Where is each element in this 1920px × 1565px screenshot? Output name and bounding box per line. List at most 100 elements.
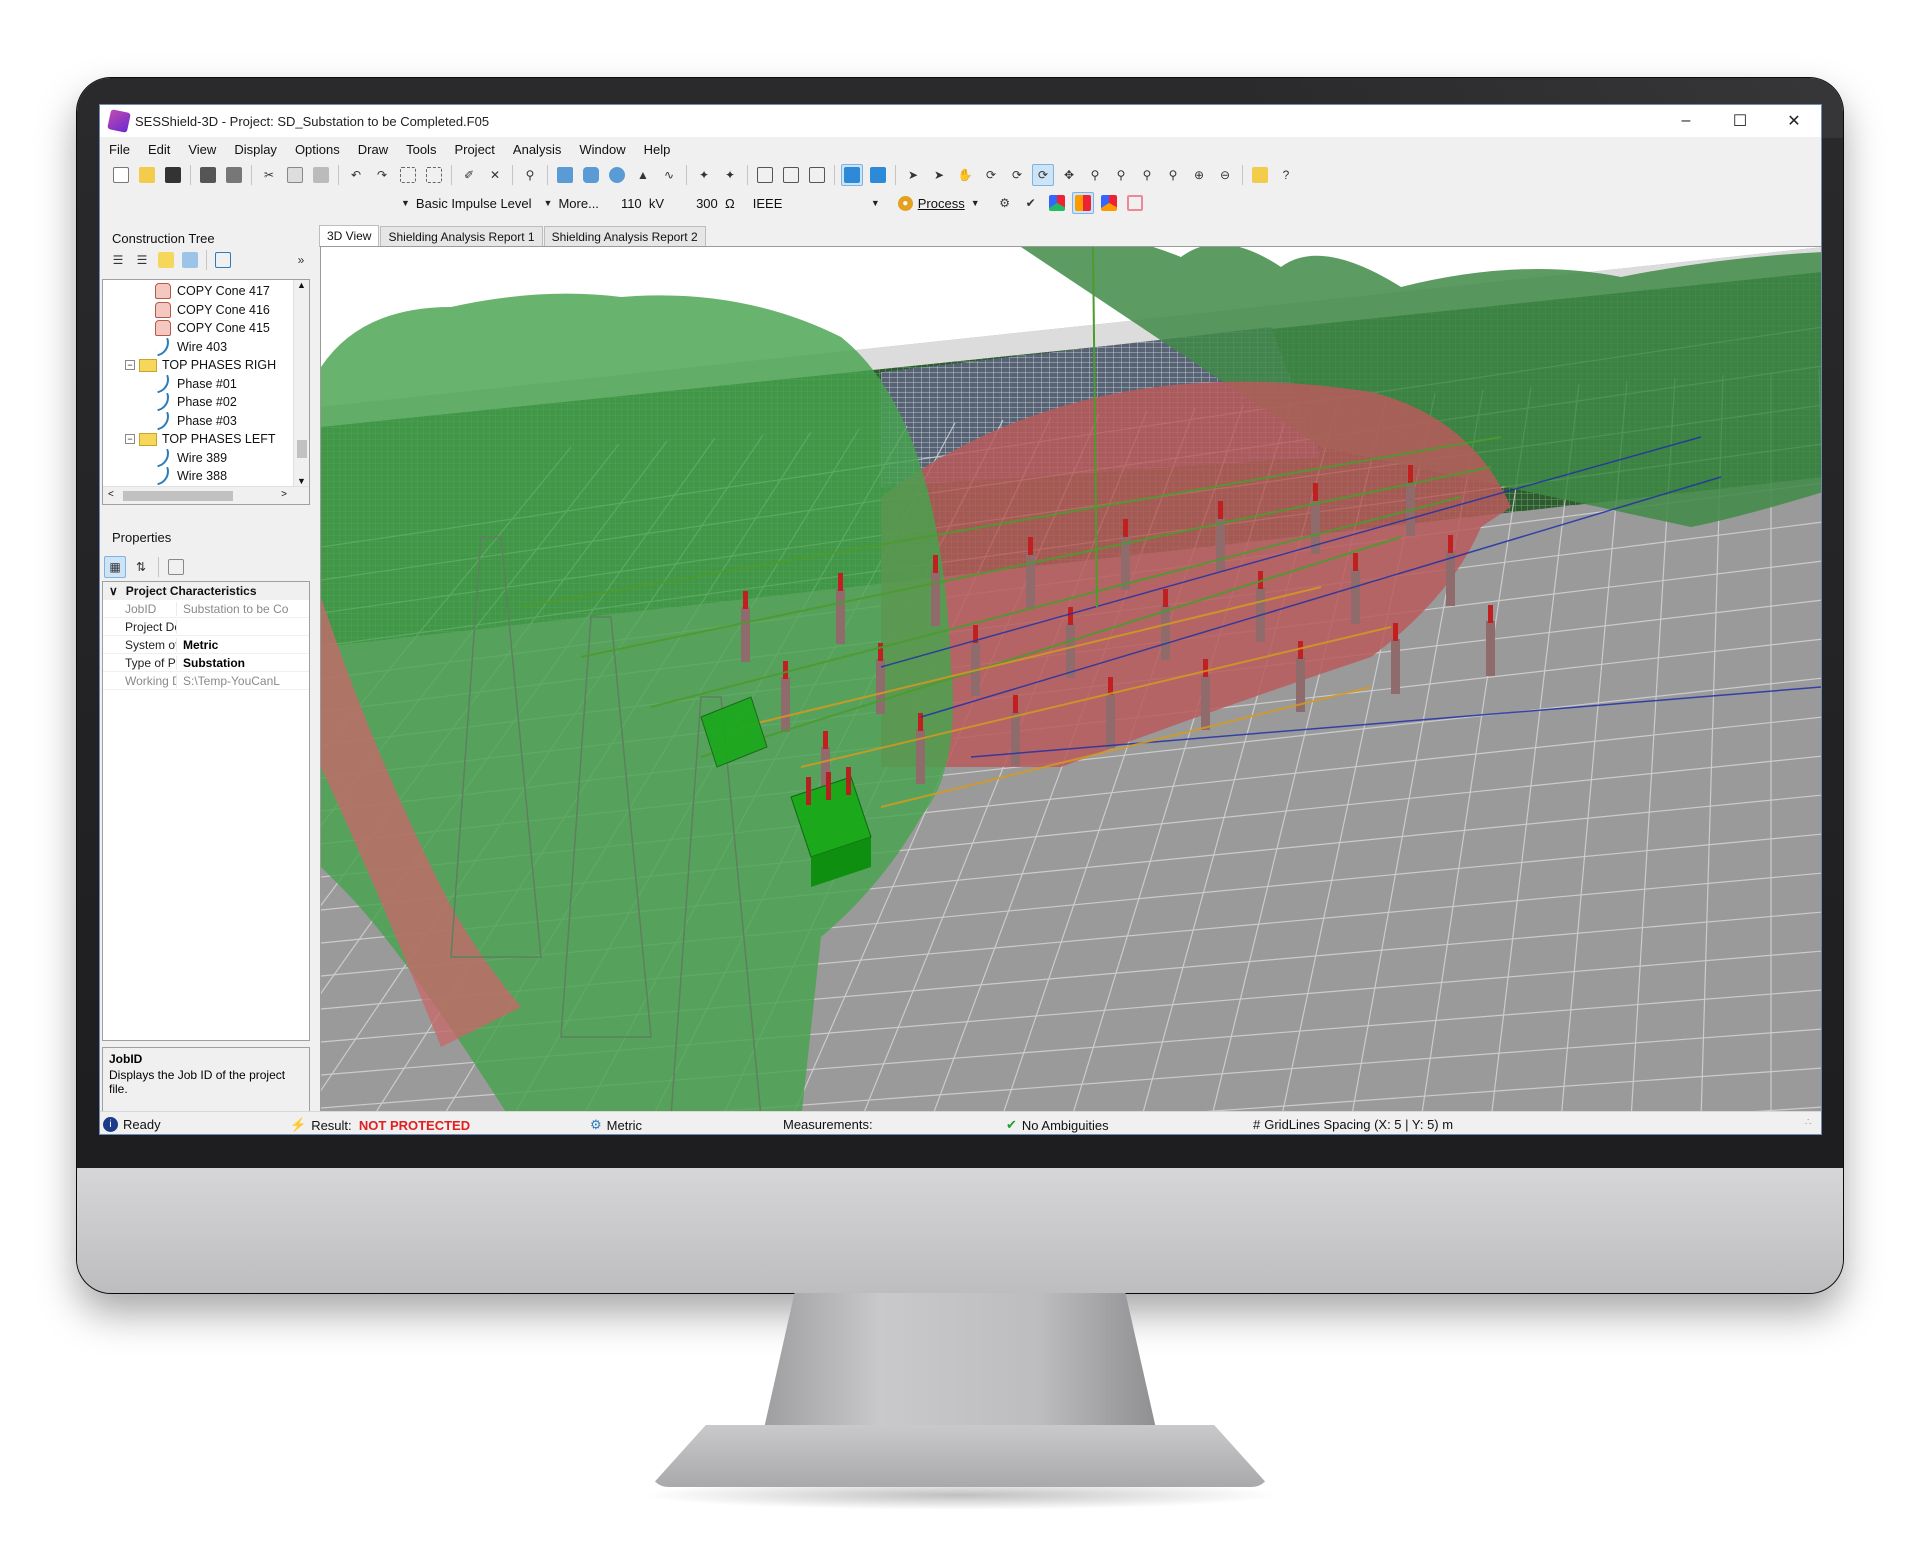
menu-view[interactable]: View — [179, 142, 225, 157]
zoom-all-icon[interactable]: ⚲ — [1162, 164, 1184, 186]
tree-item[interactable]: − TOP PHASES LEFT — [125, 430, 275, 448]
property-pages-icon[interactable] — [165, 556, 187, 578]
categorized-icon[interactable]: ▦ — [104, 556, 126, 578]
menu-tools[interactable]: Tools — [397, 142, 445, 157]
orbit-icon[interactable]: ⟳ — [1006, 164, 1028, 186]
resize-grip-icon[interactable]: ∴ — [1805, 1117, 1811, 1128]
minimize-button[interactable]: – — [1659, 105, 1713, 137]
property-row[interactable]: System of UMetric — [103, 636, 309, 654]
box-icon[interactable] — [554, 164, 576, 186]
menu-edit[interactable]: Edit — [139, 142, 179, 157]
pan-hand-icon[interactable]: ✋ — [954, 164, 976, 186]
redo-icon[interactable]: ↷ — [371, 164, 393, 186]
rotate-view-icon[interactable]: ⟳ — [980, 164, 1002, 186]
property-value[interactable]: Substation — [177, 656, 245, 670]
pointer-select-icon[interactable]: ➤ — [928, 164, 950, 186]
color-zones-icon[interactable] — [1046, 192, 1068, 214]
zoom-icon[interactable]: ⚲ — [1136, 164, 1158, 186]
tab-3d-view[interactable]: 3D View — [319, 225, 380, 247]
paste-icon[interactable] — [310, 164, 332, 186]
color-zones-alt-icon[interactable] — [1071, 192, 1094, 214]
mast-alt-icon[interactable]: ✦ — [719, 164, 741, 186]
resistance-field[interactable]: 300 Ω — [690, 192, 741, 214]
menu-help[interactable]: Help — [635, 142, 680, 157]
sort-az-icon[interactable]: ⇅ — [130, 556, 152, 578]
zoom-extents-icon[interactable]: ⚲ — [1110, 164, 1132, 186]
panel-overflow-icon[interactable]: » — [291, 250, 311, 270]
zoom-out-icon[interactable]: ⊖ — [1214, 164, 1236, 186]
view-iso-icon[interactable] — [867, 164, 889, 186]
help-icon[interactable]: ? — [1275, 164, 1297, 186]
collapse-icon[interactable]: − — [125, 360, 135, 370]
expand-all-icon[interactable]: ☰ — [108, 250, 128, 270]
cylinder-icon[interactable] — [580, 164, 602, 186]
shield-check-icon[interactable]: ✔ — [1020, 192, 1042, 214]
tree-item[interactable]: COPY Cone 415 — [155, 319, 270, 337]
copy-icon[interactable] — [284, 164, 306, 186]
impulse-level-select[interactable]: ▼ Basic Impulse Level — [395, 192, 538, 214]
menu-draw[interactable]: Draw — [349, 142, 397, 157]
view-front-icon[interactable] — [754, 164, 776, 186]
menu-analysis[interactable]: Analysis — [504, 142, 570, 157]
tree-item[interactable]: Wire 388 — [153, 466, 227, 486]
color-zones-mixed-icon[interactable] — [1098, 192, 1120, 214]
tree-horizontal-scrollbar[interactable]: < > — [103, 486, 309, 504]
report-icon[interactable] — [1249, 164, 1271, 186]
standard-select[interactable]: IEEE ▼ — [747, 192, 892, 214]
menu-file[interactable]: File — [100, 142, 139, 157]
property-row[interactable]: JobID Substation to be Co — [103, 600, 309, 618]
view-top-icon[interactable] — [806, 164, 828, 186]
undo-icon[interactable]: ↶ — [345, 164, 367, 186]
property-value[interactable]: Metric — [177, 638, 218, 652]
erase-icon[interactable]: ✐ — [458, 164, 480, 186]
more-select[interactable]: ▼ More... — [538, 192, 605, 214]
pointer-icon[interactable]: ➤ — [902, 164, 924, 186]
save-icon[interactable] — [162, 164, 184, 186]
sphere-icon[interactable] — [606, 164, 628, 186]
substation-3d-scene[interactable] — [321, 247, 1822, 1119]
property-value[interactable]: S:\Temp-YouCanL — [177, 674, 280, 688]
zoom-window-icon[interactable]: ⚲ — [1084, 164, 1106, 186]
tab-shielding-report-1[interactable]: Shielding Analysis Report 1 — [380, 226, 543, 247]
refresh-icon[interactable]: ⟳ — [1032, 164, 1054, 186]
zoom-in-icon[interactable]: ⊕ — [1188, 164, 1210, 186]
new-folder-icon[interactable] — [156, 250, 176, 270]
process-button[interactable]: ● Process ▼ — [892, 192, 992, 214]
wire-tool-icon[interactable]: ∿ — [658, 164, 680, 186]
tree-item[interactable]: − TOP PHASES RIGH — [125, 356, 276, 374]
menu-window[interactable]: Window — [570, 142, 634, 157]
menu-project[interactable]: Project — [445, 142, 503, 157]
tree-item[interactable]: Phase #03 — [153, 411, 237, 430]
print-icon[interactable] — [197, 164, 219, 186]
tab-shielding-report-2[interactable]: Shielding Analysis Report 2 — [543, 226, 706, 247]
mast-icon[interactable]: ✦ — [693, 164, 715, 186]
view-solid-icon[interactable] — [841, 164, 863, 186]
property-row[interactable]: Project Desc — [103, 618, 309, 636]
tree-item[interactable]: Wire 389 — [153, 448, 227, 467]
menu-display[interactable]: Display — [225, 142, 286, 157]
cut-icon[interactable]: ✂ — [258, 164, 280, 186]
maximize-button[interactable]: ☐ — [1713, 105, 1767, 137]
tree-item[interactable]: Wire 403 — [153, 337, 227, 356]
find-icon[interactable]: ⚲ — [519, 164, 541, 186]
tree-item[interactable]: COPY Cone 416 — [155, 301, 270, 319]
cone-icon[interactable]: ▲ — [632, 164, 654, 186]
close-button[interactable]: ✕ — [1767, 105, 1821, 137]
voltage-field[interactable]: 110 kV — [615, 192, 670, 214]
collapse-icon[interactable]: − — [125, 434, 135, 444]
group-icon[interactable] — [423, 164, 445, 186]
menu-options[interactable]: Options — [286, 142, 349, 157]
color-zones-outline-icon[interactable] — [1124, 192, 1146, 214]
select-all-icon[interactable] — [397, 164, 419, 186]
tree-options-icon[interactable] — [213, 250, 233, 270]
property-value[interactable]: Substation to be Co — [177, 602, 288, 616]
delete-icon[interactable]: ✕ — [484, 164, 506, 186]
tree-item[interactable]: Phase #02 — [153, 392, 237, 412]
collapse-all-icon[interactable]: ☰ — [132, 250, 152, 270]
property-row[interactable]: Working DirS:\Temp-YouCanL — [103, 672, 309, 690]
move-icon[interactable]: ✥ — [1058, 164, 1080, 186]
tree-item[interactable]: COPY Cone 417 — [155, 282, 270, 300]
new-icon[interactable] — [110, 164, 132, 186]
open-icon[interactable] — [136, 164, 158, 186]
print-preview-icon[interactable] — [223, 164, 245, 186]
